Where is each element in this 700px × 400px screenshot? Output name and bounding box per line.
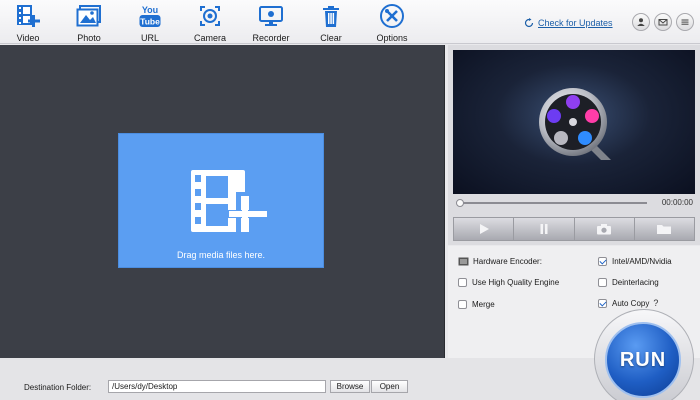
destination-folder-label: Destination Folder: [24, 383, 92, 392]
pause-button[interactable] [514, 217, 575, 241]
snapshot-icon [597, 224, 612, 235]
options-button[interactable]: Options [364, 3, 420, 43]
check-updates-text: Check for Updates [538, 18, 613, 28]
camera-button[interactable]: Camera [182, 3, 238, 43]
youtube-icon: You Tube [139, 5, 161, 27]
open-folder-icon [657, 225, 672, 234]
photo-button[interactable]: Photo [61, 3, 117, 43]
chip-icon [458, 257, 469, 265]
seek-handle[interactable] [456, 199, 464, 207]
recorder-label: Recorder [252, 33, 290, 43]
merge-option[interactable]: Merge [458, 298, 495, 310]
high-quality-engine-option[interactable]: Use High Quality Engine [458, 276, 559, 288]
mail-button[interactable] [654, 13, 672, 31]
photo-icon [76, 5, 101, 27]
account-button[interactable] [632, 13, 650, 31]
preview-screen [453, 50, 695, 194]
add-media-icon [191, 170, 267, 232]
deinterlacing-checkbox[interactable] [598, 277, 607, 287]
toolbar: Video Photo You Tube URL Camera Recorder… [0, 0, 700, 44]
recorder-button[interactable]: Recorder [243, 3, 299, 43]
svg-text:You: You [142, 5, 158, 15]
intel-amd-nvidia-label: Intel/AMD/Nvidia [612, 256, 672, 266]
merge-checkbox[interactable] [458, 299, 467, 309]
playback-controls [453, 217, 695, 241]
svg-text:Tube: Tube [140, 17, 160, 27]
high-quality-engine-checkbox[interactable] [458, 277, 467, 287]
run-label: RUN [619, 348, 667, 371]
film-reel-logo-icon [539, 88, 611, 160]
tools-icon [380, 4, 404, 28]
options-label: Options [376, 33, 408, 43]
auto-copy-checkbox[interactable] [598, 298, 607, 308]
time-readout: 00:00:00 [661, 198, 693, 207]
seek-bar[interactable]: 00:00:00 [453, 197, 695, 209]
browse-button[interactable]: Browse [330, 380, 370, 393]
drop-zone[interactable]: Drag media files here. [118, 133, 324, 268]
refresh-icon [524, 18, 534, 28]
auto-copy-option[interactable]: Auto Copy ? [598, 297, 658, 309]
menu-icon [681, 19, 689, 25]
seek-track [457, 202, 647, 204]
intel-amd-nvidia-checkbox[interactable] [598, 256, 607, 266]
media-list-area[interactable]: Drag media files here. [0, 45, 445, 358]
drop-zone-text: Drag media files here. [176, 250, 266, 260]
preview-panel: 00:00:00 [448, 45, 700, 245]
snapshot-button[interactable] [574, 217, 635, 241]
photo-label: Photo [77, 33, 101, 43]
high-quality-engine-label: Use High Quality Engine [472, 277, 560, 287]
deinterlacing-option[interactable]: Deinterlacing [598, 276, 659, 288]
trash-icon [323, 6, 339, 27]
video-button[interactable]: Video [0, 3, 56, 43]
clear-label: Clear [320, 33, 342, 43]
mail-icon [658, 19, 668, 26]
merge-label: Merge [472, 299, 495, 309]
run-button[interactable]: RUN [605, 322, 681, 398]
camera-icon [200, 6, 220, 26]
destination-folder-field[interactable]: /Users/dy/Desktop [108, 380, 326, 393]
hardware-encoder-row: Hardware Encoder: [458, 255, 542, 267]
hardware-encoder-label: Hardware Encoder: [473, 256, 542, 266]
menu-button[interactable] [676, 13, 694, 31]
auto-copy-label: Auto Copy [612, 298, 650, 308]
add-video-icon [17, 5, 40, 27]
play-icon [479, 224, 489, 234]
video-label: Video [16, 33, 40, 43]
pause-icon [540, 224, 548, 234]
camera-label: Camera [193, 33, 226, 43]
check-for-updates-link[interactable]: Check for Updates [524, 17, 613, 29]
screen-recorder-icon [259, 6, 283, 26]
url-button[interactable]: You Tube URL [122, 3, 178, 43]
deinterlacing-label: Deinterlacing [612, 277, 659, 287]
open-button[interactable]: Open [371, 380, 408, 393]
intel-amd-nvidia-option[interactable]: Intel/AMD/Nvidia [598, 255, 672, 267]
clear-button[interactable]: Clear [303, 3, 359, 43]
url-label: URL [140, 33, 159, 43]
user-icon [637, 18, 645, 26]
help-icon[interactable]: ? [653, 298, 658, 308]
open-folder-button[interactable] [634, 217, 695, 241]
play-button[interactable] [453, 217, 515, 241]
